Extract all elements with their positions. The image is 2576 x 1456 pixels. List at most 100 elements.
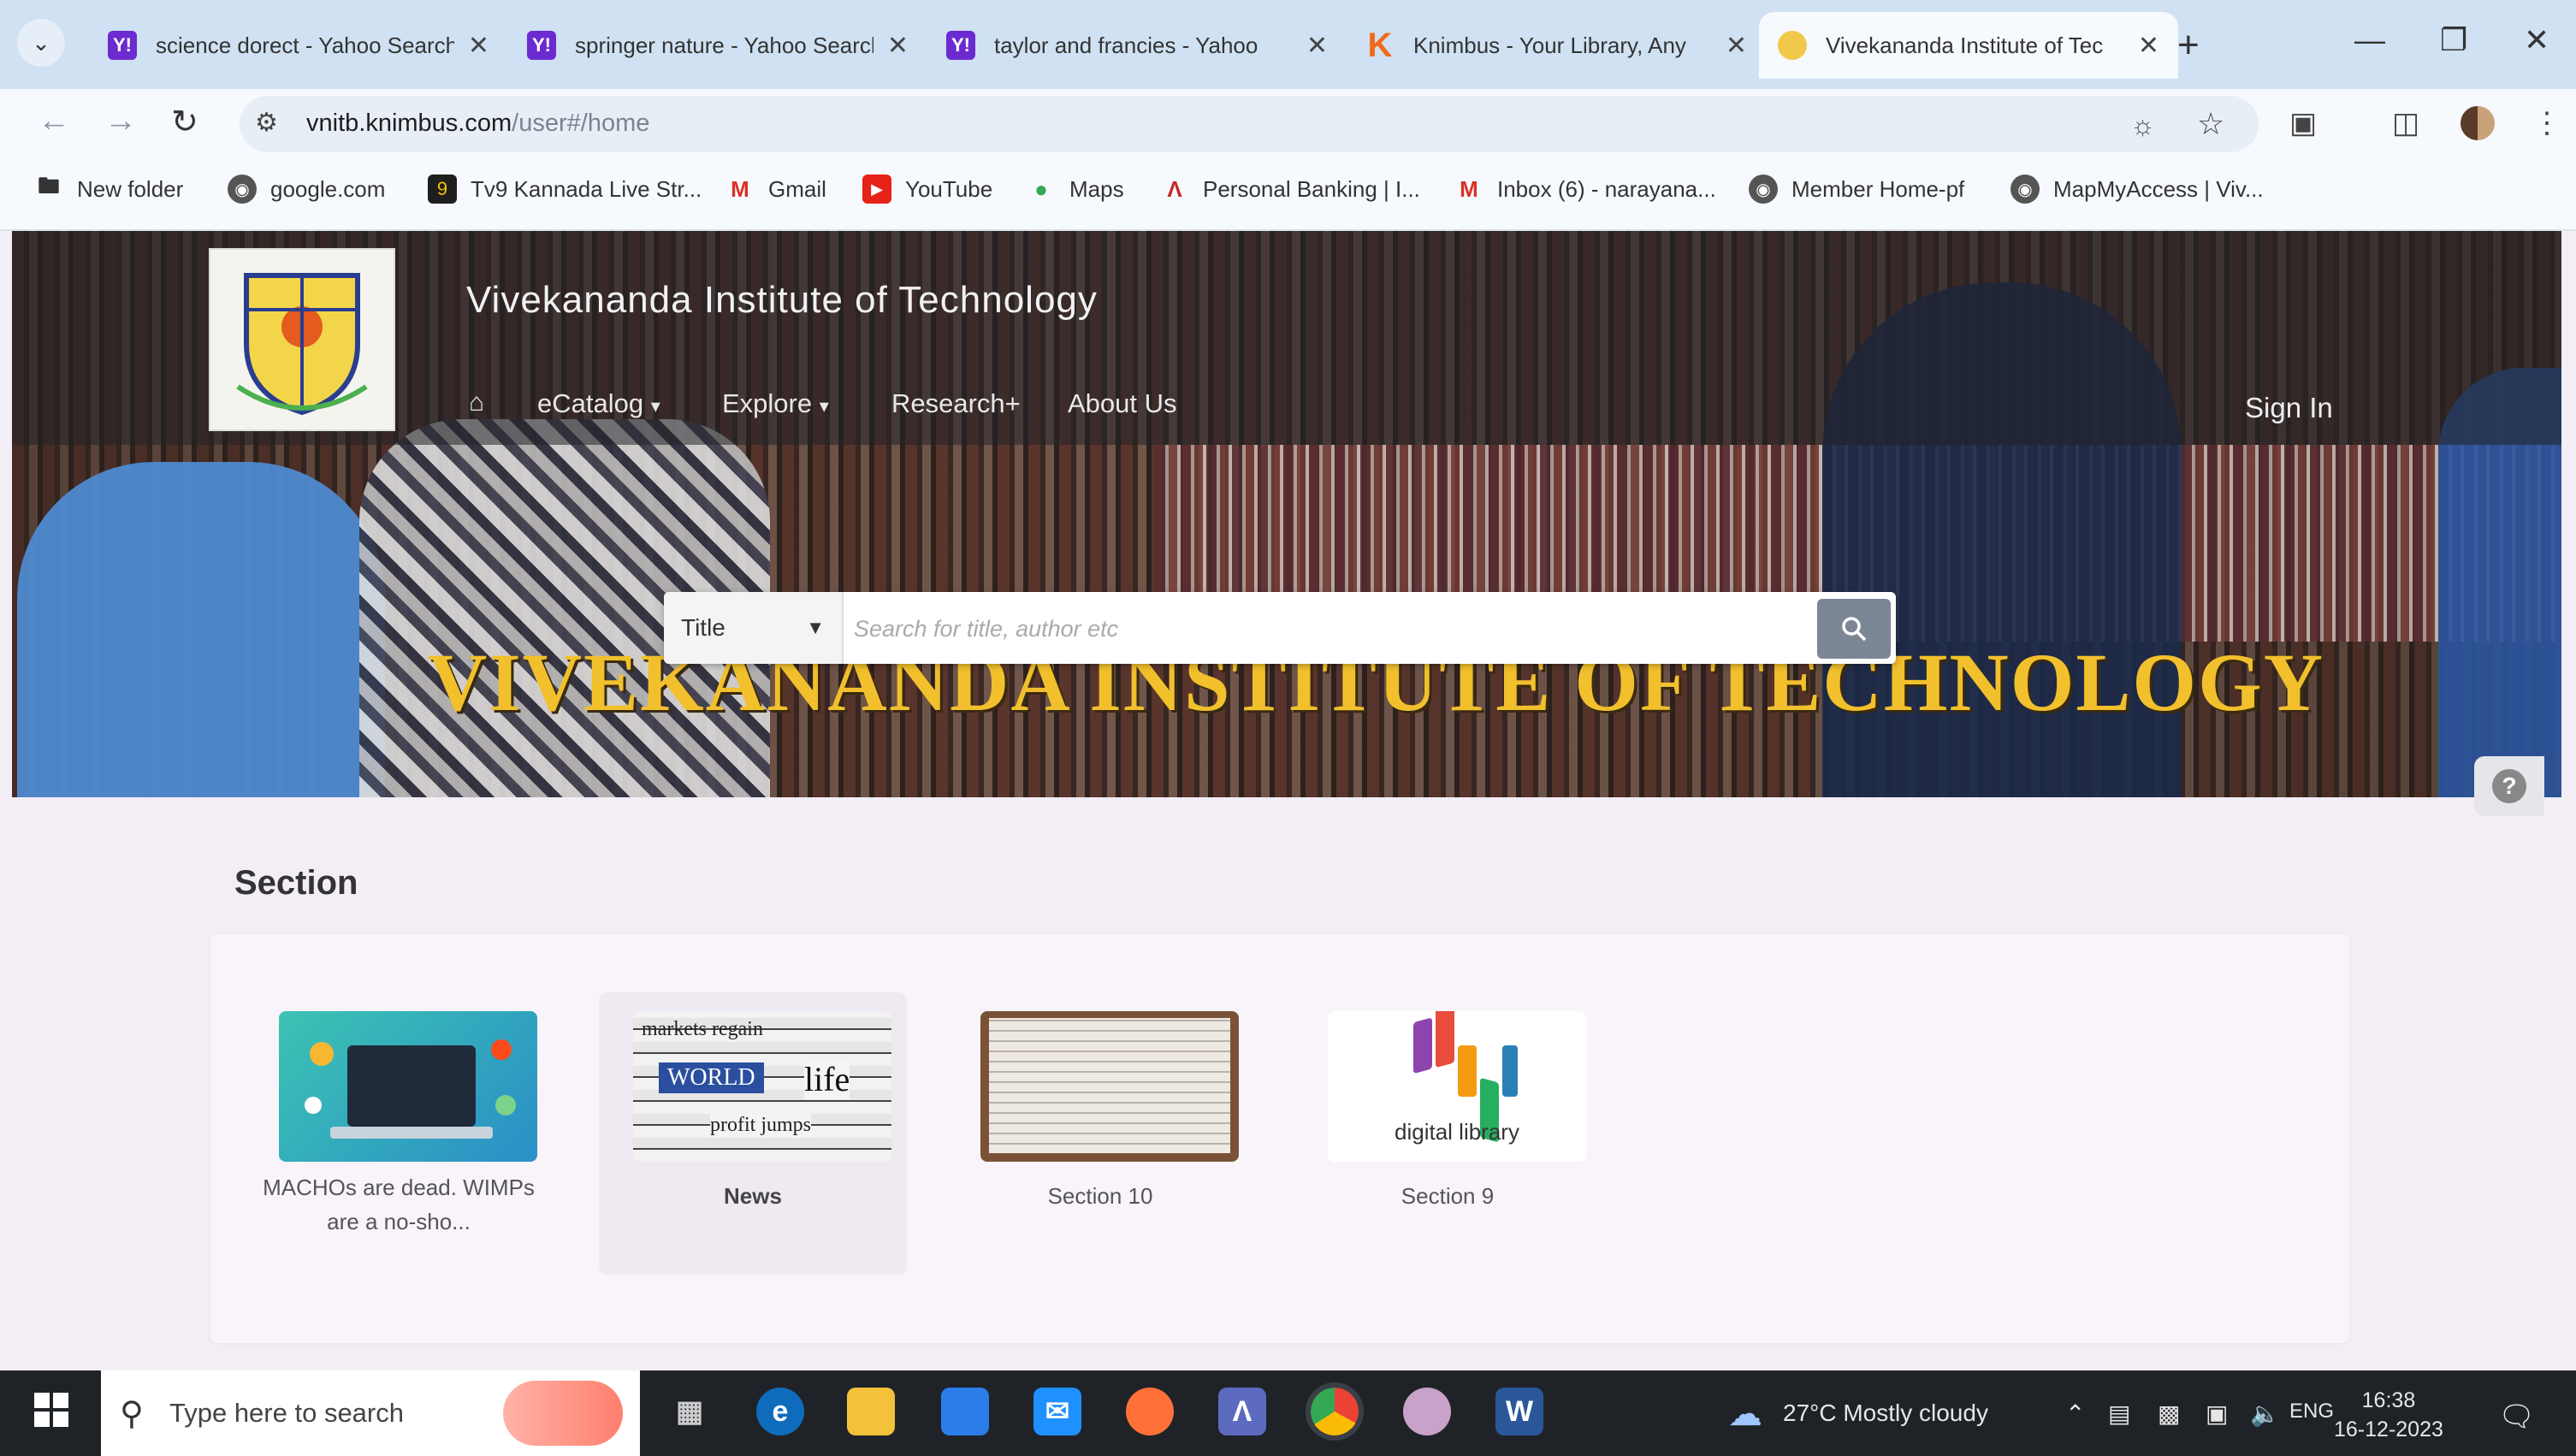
bookmark-9[interactable]: ◉ MapMyAccess | Viv... <box>2010 175 2264 204</box>
bookmark-0[interactable]: 🖿 New folder <box>34 173 183 204</box>
card-thumbnail: digital library <box>1328 1011 1586 1162</box>
bookmark-2[interactable]: 9 Tv9 Kannada Live Str... <box>428 175 702 204</box>
browser-tab-1[interactable]: Y! springer nature - Yahoo Search ✕ <box>508 12 927 79</box>
search-field-select[interactable]: Title ▼ <box>664 592 844 664</box>
card-thumbnail <box>279 1011 537 1162</box>
nav-ecatalog[interactable]: eCatalog ▾ <box>537 388 660 419</box>
close-icon[interactable]: ✕ <box>887 31 909 61</box>
forward-icon[interactable]: → <box>104 103 137 139</box>
browser-tab-4[interactable]: Vivekananda Institute of Tec ✕ <box>1759 12 2178 79</box>
volume-icon[interactable]: 🔈 <box>2250 1400 2280 1428</box>
word-icon[interactable]: W <box>1495 1388 1543 1435</box>
weather-text[interactable]: 27°C Mostly cloudy <box>1783 1400 1988 1427</box>
section-card-0[interactable]: MACHOs are dead. WIMPs are a no-sho... <box>245 992 553 1275</box>
restore-icon[interactable]: ❐ <box>2440 22 2467 58</box>
search-icon: ⚲ <box>120 1396 144 1432</box>
youtube-icon: ▶ <box>862 175 891 204</box>
card-label: MACHOs are dead. WIMPs are a no-sho... <box>263 1175 535 1234</box>
browser-tab-2[interactable]: Y! taylor and francies - Yahoo ✕ <box>927 12 1347 79</box>
yahoo-icon: Y! <box>108 31 137 60</box>
folder-icon: 🖿 <box>37 173 60 198</box>
language-indicator[interactable]: ENG <box>2289 1400 2334 1423</box>
edge-icon[interactable]: e <box>756 1388 804 1435</box>
more-menu-icon[interactable]: ⋮ <box>2532 106 2561 140</box>
star-icon[interactable]: ☆ <box>2197 106 2224 142</box>
chevron-up-icon[interactable]: ⌃ <box>2065 1400 2085 1428</box>
new-tab-button[interactable]: + <box>2177 24 2200 67</box>
help-icon: ? <box>2492 769 2526 803</box>
card-label: Section 10 <box>1047 1183 1153 1209</box>
bookmark-4[interactable]: ▶ YouTube <box>862 175 992 204</box>
windows-start-button[interactable] <box>33 1391 70 1433</box>
notifications-icon[interactable]: 🗨 <box>2498 1400 2535 1434</box>
network-icon[interactable]: ▤ <box>2108 1400 2130 1428</box>
close-icon[interactable]: ✕ <box>468 31 489 61</box>
section-heading: Section <box>234 864 358 902</box>
svg-text:digital library: digital library <box>1395 1119 1519 1145</box>
tv9-icon: 9 <box>428 175 457 204</box>
gmail-icon: M <box>1460 175 1478 202</box>
mail-icon[interactable]: ✉ <box>1033 1388 1081 1435</box>
globe-icon: ◉ <box>228 175 257 204</box>
vit-icon <box>1778 31 1807 60</box>
search-input[interactable] <box>852 599 1805 659</box>
store-icon[interactable] <box>941 1388 989 1435</box>
browser-tab-0[interactable]: Y! science dorect - Yahoo Search ✕ <box>89 12 508 79</box>
search-button[interactable] <box>1817 599 1891 659</box>
document-image <box>989 1018 1230 1153</box>
monitor-icon[interactable]: ▣ <box>2206 1400 2228 1428</box>
nav-explore[interactable]: Explore ▾ <box>722 388 829 419</box>
url-text[interactable]: vnitb.knimbus.com/user#/home <box>306 109 649 138</box>
reload-icon[interactable]: ↻ <box>171 103 198 141</box>
card-thumbnail <box>980 1011 1239 1162</box>
home-icon[interactable]: ⌂ <box>469 388 484 417</box>
bookmark-5[interactable]: ● Maps <box>1027 175 1123 204</box>
back-icon[interactable]: ← <box>38 103 70 139</box>
bookmark-7[interactable]: M Inbox (6) - narayana... <box>1454 175 1716 204</box>
gmail-icon: M <box>731 175 749 202</box>
eye-off-icon[interactable]: ☼ <box>2130 109 2155 141</box>
sidepanel-icon[interactable]: ◫ <box>2392 106 2419 140</box>
tab-title: science dorect - Yahoo Search <box>156 32 454 58</box>
tab-search-button[interactable]: ⌄ <box>17 19 65 67</box>
close-window-icon[interactable]: ✕ <box>2524 22 2549 58</box>
section-card-1[interactable]: markets regain WORLD life profit jumps N… <box>599 992 907 1275</box>
tab-title: Vivekananda Institute of Tec <box>1826 32 2104 58</box>
bank-icon: Λ <box>1167 175 1182 202</box>
firefox-icon[interactable] <box>1126 1388 1174 1435</box>
institute-logo[interactable] <box>209 248 395 431</box>
extensions-icon[interactable]: ▣ <box>2289 106 2317 140</box>
paint-icon[interactable] <box>1403 1388 1451 1435</box>
close-icon[interactable]: ✕ <box>2138 31 2159 61</box>
taskbar-clock[interactable]: 16:38 16-12-2023 <box>2334 1386 2443 1444</box>
section-card-3[interactable]: digital library Section 9 <box>1294 992 1602 1275</box>
nav-about-us[interactable]: About Us <box>1068 388 1177 419</box>
sign-in-link[interactable]: Sign In <box>2245 392 2333 424</box>
file-explorer-icon[interactable] <box>847 1388 895 1435</box>
tab-title: taylor and francies - Yahoo <box>994 32 1258 58</box>
app-icon[interactable]: Λ <box>1218 1388 1266 1435</box>
chrome-icon[interactable] <box>1306 1382 1364 1441</box>
bookmark-6[interactable]: Λ Personal Banking | I... <box>1160 175 1420 204</box>
minimize-icon[interactable]: — <box>2354 22 2385 58</box>
card-label: Section 9 <box>1401 1183 1495 1209</box>
bookmark-8[interactable]: ◉ Member Home-pf <box>1749 175 1964 204</box>
taskbar-search-box[interactable]: ⚲ Type here to search <box>101 1370 640 1456</box>
bookmark-3[interactable]: M Gmail <box>725 175 826 204</box>
task-view-icon[interactable]: ▦ <box>666 1388 714 1435</box>
help-button[interactable]: ? <box>2474 756 2544 816</box>
digital-library-logo: digital library <box>1395 1011 1519 1145</box>
close-icon[interactable]: ✕ <box>1306 31 1328 61</box>
nav-research[interactable]: Research+ <box>891 388 1021 419</box>
display-icon[interactable]: ▩ <box>2158 1400 2180 1428</box>
close-icon[interactable]: ✕ <box>1726 31 1747 61</box>
site-info-icon[interactable]: ⚙ <box>255 108 278 138</box>
chevron-down-icon: ⌄ <box>32 29 50 56</box>
section-card-2[interactable]: Section 10 <box>946 992 1254 1275</box>
bookmark-1[interactable]: ◉ google.com <box>228 175 385 204</box>
profile-avatar[interactable] <box>2461 106 2495 140</box>
card-thumbnail: markets regain WORLD life profit jumps <box>633 1011 891 1162</box>
browser-tab-3[interactable]: K Knimbus - Your Library, Any ✕ <box>1347 12 1766 79</box>
caret-down-icon: ▾ <box>650 395 660 417</box>
laptop-icon <box>305 1039 516 1139</box>
